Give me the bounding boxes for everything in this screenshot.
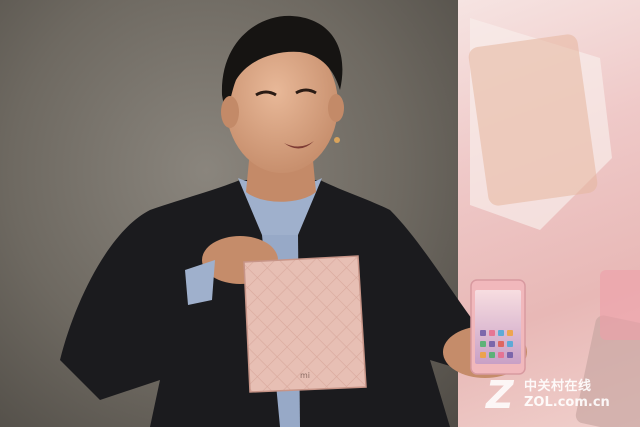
- box-logo: mi: [300, 371, 310, 380]
- gift-box: mi: [243, 255, 367, 393]
- zol-chinese-name: 中关村在线: [524, 379, 592, 394]
- zol-domain: ZOL.com.cn: [524, 395, 610, 410]
- pink-smartphone: [470, 279, 526, 375]
- zol-watermark: Z 中关村在线 ZOL.com.cn: [486, 373, 626, 417]
- photo-scene: mi Z 中关村在线 ZOL.com.cn: [0, 0, 640, 427]
- zol-logo-letter: Z: [486, 373, 514, 417]
- scene-illustration: mi: [60, 15, 640, 427]
